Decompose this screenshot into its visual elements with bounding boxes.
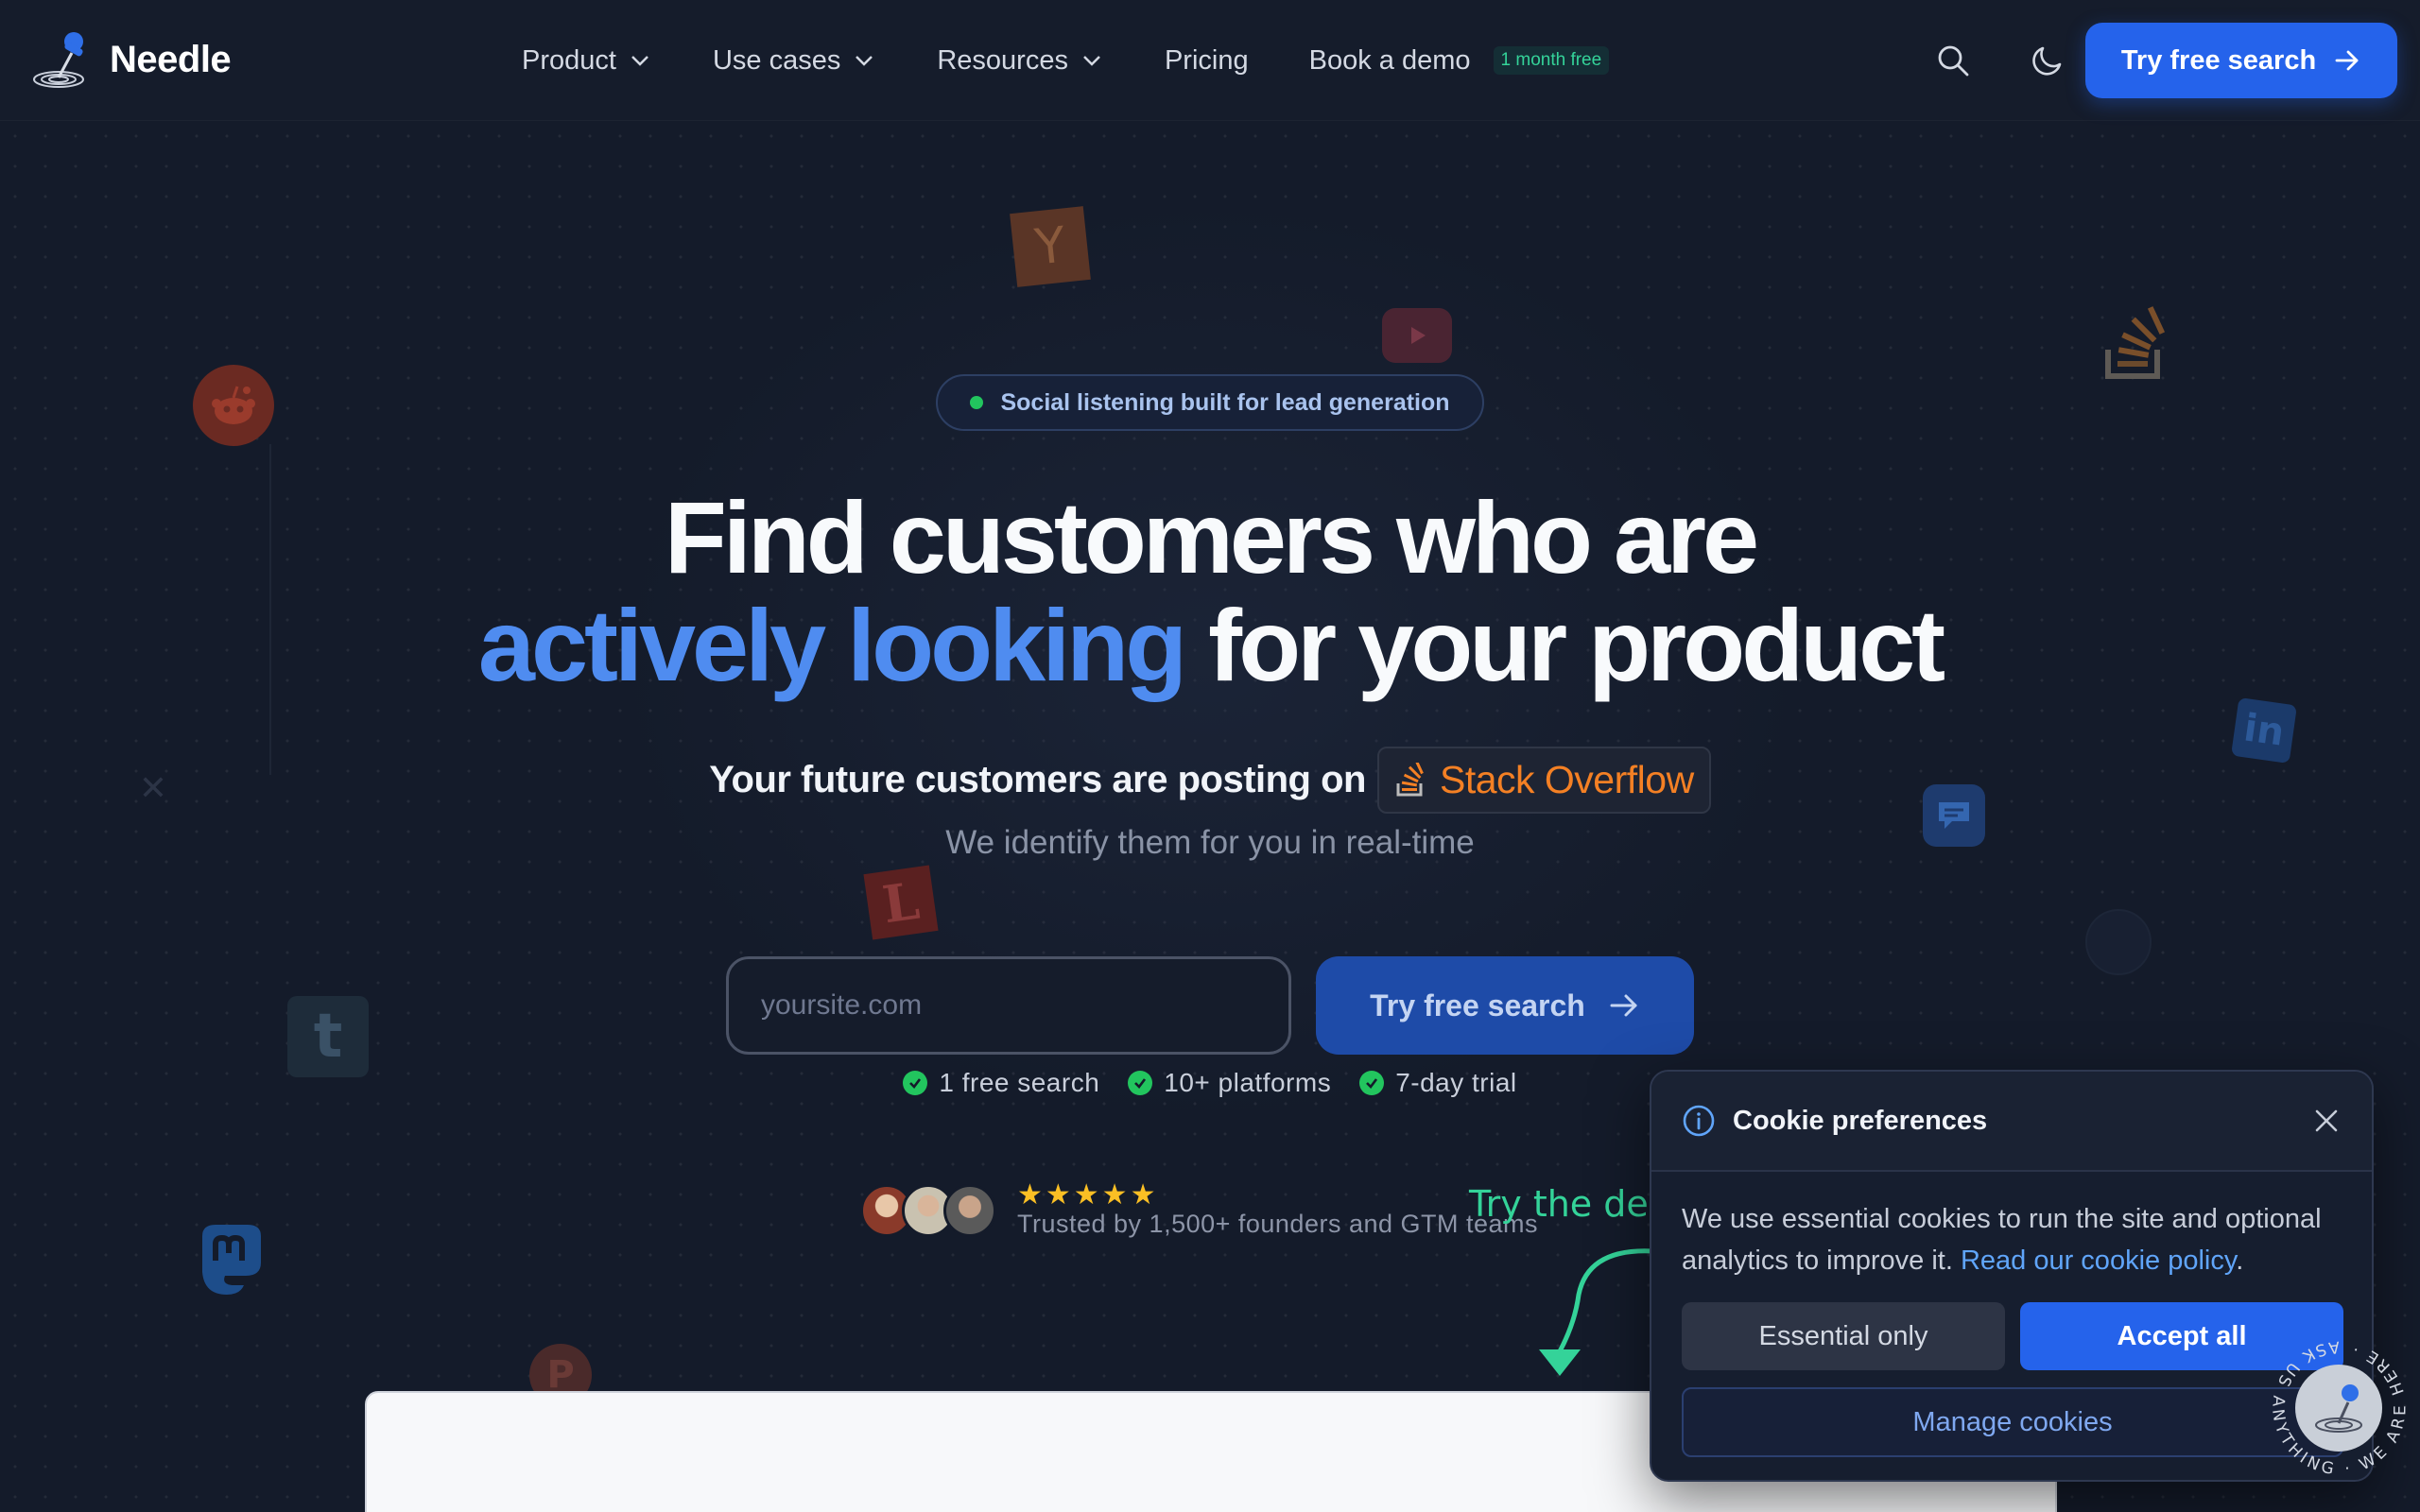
cookie-body-period: . [2236, 1246, 2244, 1276]
top-navigation: Needle Product Use cases Resources Prici… [0, 0, 2420, 121]
github-icon [2085, 909, 2152, 975]
platform-chip: Stack Overflow [1376, 747, 1711, 814]
nav-resources-label: Resources [937, 44, 1068, 76]
moon-icon [2032, 46, 2062, 76]
cookie-title: Cookie preferences [1733, 1105, 1988, 1136]
nav-book-demo[interactable]: Book a demo 1 month free [1309, 45, 1610, 77]
nav-resources[interactable]: Resources [937, 45, 1104, 77]
brand-logo[interactable]: Needle [30, 30, 232, 89]
try-free-search-button[interactable]: Try free search [1316, 956, 1694, 1055]
check-circle-icon [903, 1071, 928, 1095]
nav-pricing-label: Pricing [1164, 44, 1249, 76]
check-item: 1 free search [903, 1068, 1099, 1098]
hero-pill-text: Social listening built for lead generati… [1000, 388, 1450, 416]
chat-avatar [2295, 1365, 2382, 1452]
nav-use-cases[interactable]: Use cases [713, 45, 876, 77]
nav-links: Product Use cases Resources Pricing Book… [522, 0, 1669, 121]
trust-text: Trusted by 1,500+ founders and GTM teams [1017, 1210, 1539, 1238]
cookie-policy-link[interactable]: Read our cookie policy [1961, 1246, 2236, 1276]
website-input[interactable]: yoursite.com [726, 956, 1291, 1055]
stack-overflow-icon [2100, 302, 2172, 384]
hero-pill-badge: Social listening built for lead generati… [936, 374, 1484, 431]
hero-tagline: We identify them for you in real-time [945, 824, 1475, 861]
arrow-right-icon [1610, 994, 1637, 1017]
nav-book-demo-label: Book a demo [1308, 44, 1471, 76]
curved-arrow-icon [1539, 1248, 1657, 1376]
reddit-icon [193, 365, 274, 446]
check-item: 7-day trial [1359, 1068, 1516, 1098]
nav-cta-label: Try free search [2120, 44, 2317, 76]
avatar [943, 1183, 996, 1237]
chevron-down-icon [856, 56, 873, 66]
check-label: 1 free search [939, 1068, 1100, 1097]
social-proof: ★★★★★ Trusted by 1,500+ founders and GTM… [860, 1181, 1538, 1239]
nav-product-label: Product [522, 44, 616, 76]
chat-launcher[interactable]: ASK US ANYTHING · WE ARE HERE · [2227, 1300, 2420, 1512]
platform-name: Stack Overflow [1439, 758, 1694, 801]
tumblr-icon: t [287, 996, 369, 1077]
headline-rest: for your product [1208, 588, 1945, 702]
stack-overflow-icon [1396, 762, 1424, 796]
free-month-badge: 1 month free [1493, 46, 1610, 75]
check-label: 7-day trial [1395, 1068, 1517, 1097]
status-dot [970, 396, 984, 409]
info-icon [1683, 1105, 1715, 1137]
nav-actions [1930, 38, 2070, 83]
search-button[interactable] [1930, 38, 1976, 83]
lobsters-icon: L [863, 865, 939, 940]
close-icon[interactable] [2311, 1106, 2342, 1136]
check-circle-icon [1128, 1071, 1153, 1095]
hero-subline: Your future customers are posting on Sta… [0, 747, 2420, 814]
check-label: 10+ platforms [1164, 1068, 1332, 1097]
search-button-label: Try free search [1370, 988, 1585, 1022]
subline-prefix: Your future customers are posting on [709, 759, 1366, 800]
headline-highlight: actively looking [477, 588, 1187, 702]
hero-headline: Find customers who are actively looking … [0, 484, 2420, 699]
nav-try-free-search-button[interactable]: Try free search [2085, 23, 2397, 98]
hacker-news-icon: Y [1010, 206, 1091, 287]
chevron-down-icon [1083, 56, 1100, 66]
avatar-stack [860, 1183, 996, 1237]
nav-product[interactable]: Product [522, 45, 652, 77]
search-icon [1938, 45, 1969, 77]
theme-toggle-button[interactable] [2025, 38, 2070, 83]
nav-use-cases-label: Use cases [712, 44, 841, 76]
nav-pricing[interactable]: Pricing [1165, 45, 1249, 77]
cookie-header: Cookie preferences [1651, 1072, 2372, 1172]
chevron-down-icon [631, 56, 648, 66]
brand-name: Needle [110, 38, 232, 80]
check-circle-icon [1359, 1071, 1385, 1095]
essential-only-button[interactable]: Essential only [1682, 1302, 2005, 1370]
arrow-right-icon [2335, 50, 2359, 71]
rating-block: ★★★★★ Trusted by 1,500+ founders and GTM… [1017, 1181, 1538, 1239]
mastodon-icon [193, 1219, 270, 1298]
star-rating: ★★★★★ [1017, 1179, 1159, 1211]
needle-pin-icon [30, 30, 87, 89]
headline-line-1: Find customers who are [664, 480, 1759, 594]
youtube-icon [1382, 308, 1452, 363]
check-item: 10+ platforms [1128, 1068, 1331, 1098]
cookie-body: We use essential cookies to run the site… [1651, 1172, 2372, 1281]
